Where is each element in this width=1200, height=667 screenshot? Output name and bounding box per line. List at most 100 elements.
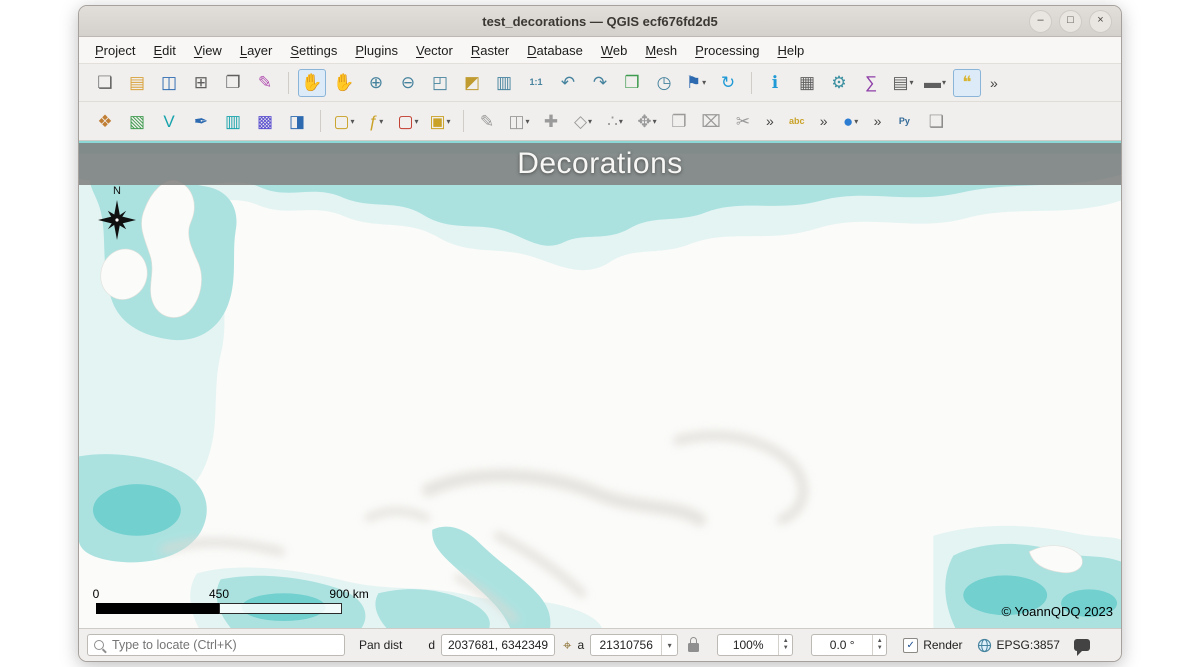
menu-item-help[interactable]: Help (769, 40, 812, 61)
layout-manager-button[interactable]: ❐ (219, 69, 247, 97)
pan-to-selection-button[interactable]: ✋ (330, 69, 358, 97)
processing-gear-button[interactable]: ⚙ (825, 69, 853, 97)
menu-item-web[interactable]: Web (593, 40, 636, 61)
menu-item-view[interactable]: View (186, 40, 230, 61)
select-by-form-button[interactable]: ▣▾ (426, 107, 454, 135)
new-print-layout-button[interactable]: ⊞ (187, 69, 215, 97)
toolbar-overflow-button[interactable]: » (985, 75, 1003, 91)
dropdown-arrow-icon[interactable]: ▾ (653, 117, 657, 126)
zoom-to-selection-button[interactable]: ◩ (458, 69, 486, 97)
pan-map-button[interactable]: ✋ (298, 69, 326, 97)
menu-item-database[interactable]: Database (519, 40, 591, 61)
dropdown-arrow-icon[interactable]: ▾ (702, 78, 706, 87)
messages-icon[interactable] (1074, 639, 1090, 651)
identify-features-button[interactable]: ℹ (761, 69, 789, 97)
attribute-table-button[interactable]: ▦ (793, 69, 821, 97)
zoom-out-button[interactable]: ⊖ (394, 69, 422, 97)
scale-lock-icon[interactable] (688, 643, 699, 652)
magnifier-spinbox[interactable]: ▲ ▼ (717, 634, 793, 656)
refresh-map-button[interactable]: ↻ (714, 69, 742, 97)
new-raster-layer-button[interactable]: ▩ (251, 107, 279, 135)
toolbar-overflow-button[interactable]: » (815, 113, 833, 129)
dropdown-arrow-icon[interactable]: ▾ (910, 78, 914, 87)
spin-down-icon[interactable]: ▼ (783, 645, 789, 652)
statistics-button[interactable]: ∑ (857, 69, 885, 97)
open-project-button[interactable]: ▤ (123, 69, 151, 97)
menu-item-layer[interactable]: Layer (232, 40, 281, 61)
copy-features-button[interactable]: ❐ (665, 107, 693, 135)
temporal-controller-button[interactable]: ◷ (650, 69, 678, 97)
toolbar-overflow-button[interactable]: » (761, 113, 779, 129)
rotation-input[interactable] (812, 638, 872, 652)
toolbar-overflow-button[interactable]: » (869, 113, 887, 129)
data-source-manager-button[interactable]: ❖ (91, 107, 119, 135)
scale-input[interactable] (591, 638, 661, 652)
zoom-full-button[interactable]: ◰ (426, 69, 454, 97)
spin-up-icon[interactable]: ▲ (783, 638, 789, 645)
deselect-features-button[interactable]: ▢▾ (394, 107, 422, 135)
extent-toggle-icon[interactable]: ⌖ (563, 637, 571, 654)
zoom-in-button[interactable]: ⊕ (362, 69, 390, 97)
advanced-digitizing-button[interactable]: ∴▾ (601, 107, 629, 135)
dropdown-arrow-icon[interactable]: ▾ (942, 78, 946, 87)
dropdown-arrow-icon[interactable]: ▾ (526, 117, 530, 126)
title-bar[interactable]: test_decorations — QGIS ecf676fd2d5 – □ … (79, 6, 1121, 37)
zoom-to-layer-button[interactable]: ▥ (490, 69, 518, 97)
scale-dropdown-arrow-icon[interactable]: ▾ (661, 635, 677, 655)
close-button[interactable]: × (1089, 10, 1112, 33)
dropdown-arrow-icon[interactable]: ▾ (619, 117, 623, 126)
menu-item-project[interactable]: Project (87, 40, 143, 61)
new-map-view-button[interactable]: ❒ (618, 69, 646, 97)
help-contents-button[interactable]: ❑ (922, 107, 950, 135)
menu-item-processing[interactable]: Processing (687, 40, 767, 61)
menu-item-mesh[interactable]: Mesh (637, 40, 685, 61)
scale-combo[interactable]: ▾ (590, 634, 678, 656)
new-shapefile-layer-button[interactable]: V (155, 107, 183, 135)
menu-item-plugins[interactable]: Plugins (347, 40, 406, 61)
locator-search[interactable] (87, 634, 345, 656)
locator-input[interactable] (110, 637, 338, 653)
new-mesh-layer-button[interactable]: ▥ (219, 107, 247, 135)
minimize-button[interactable]: – (1029, 10, 1052, 33)
spin-down-icon[interactable]: ▼ (877, 645, 883, 652)
style-manager-button[interactable]: ✎ (251, 69, 279, 97)
menu-item-vector[interactable]: Vector (408, 40, 461, 61)
new-virtual-layer-button[interactable]: ◨ (283, 107, 311, 135)
zoom-native-button[interactable]: 1:1 (522, 69, 550, 97)
bookmarks-button[interactable]: ⚑▾ (682, 69, 710, 97)
magnifier-spinner[interactable]: ▲ ▼ (778, 635, 792, 655)
select-features-button[interactable]: ▢▾ (330, 107, 358, 135)
render-checkbox[interactable]: ✓ (903, 638, 918, 653)
dropdown-arrow-icon[interactable]: ▾ (415, 117, 419, 126)
metasearch-globe-button[interactable]: ●▾ (837, 107, 865, 135)
dropdown-arrow-icon[interactable]: ▾ (588, 117, 592, 126)
save-project-button[interactable]: ◫ (155, 69, 183, 97)
vertex-tool-button[interactable]: ◇▾ (569, 107, 597, 135)
python-console-button[interactable]: Py (890, 107, 918, 135)
zoom-next-button[interactable]: ↷ (586, 69, 614, 97)
select-by-expression-button[interactable]: ƒ▾ (362, 107, 390, 135)
cut-features-button[interactable]: ✂ (729, 107, 757, 135)
add-feature-button[interactable]: ✚ (537, 107, 565, 135)
render-toggle[interactable]: ✓ Render (903, 638, 962, 653)
toggle-editing-button[interactable]: ✎ (473, 107, 501, 135)
coordinate-field[interactable] (441, 634, 555, 656)
zoom-last-button[interactable]: ↶ (554, 69, 582, 97)
maximize-button[interactable]: □ (1059, 10, 1082, 33)
dropdown-arrow-icon[interactable]: ▾ (854, 117, 858, 126)
rotation-spinner[interactable]: ▲ ▼ (872, 635, 886, 655)
dropdown-arrow-icon[interactable]: ▾ (447, 117, 451, 126)
menu-item-raster[interactable]: Raster (463, 40, 517, 61)
new-geopackage-layer-button[interactable]: ▧ (123, 107, 151, 135)
move-feature-button[interactable]: ✥▾ (633, 107, 661, 135)
new-project-button[interactable]: ❏ (91, 69, 119, 97)
dropdown-arrow-icon[interactable]: ▾ (379, 117, 383, 126)
menu-item-settings[interactable]: Settings (282, 40, 345, 61)
rotation-spinbox[interactable]: ▲ ▼ (811, 634, 887, 656)
panels-button[interactable]: ▤▾ (889, 69, 917, 97)
map-tips-button[interactable]: ❝ (953, 69, 981, 97)
labeling-button[interactable]: abc (783, 107, 811, 135)
dropdown-arrow-icon[interactable]: ▾ (351, 117, 355, 126)
spin-up-icon[interactable]: ▲ (877, 638, 883, 645)
crs-button[interactable]: EPSG:3857 (977, 638, 1060, 653)
